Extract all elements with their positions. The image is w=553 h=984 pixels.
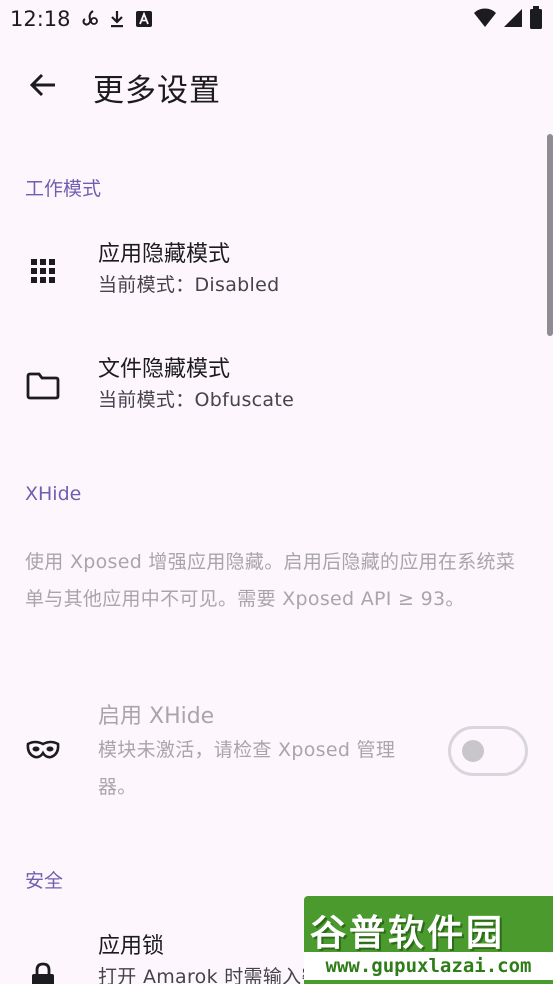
section-header-security: 安全 bbox=[25, 870, 64, 892]
font-a-icon bbox=[135, 10, 153, 28]
pref-summary: 模块未激活，请检查 Xposed 管理器。 bbox=[98, 739, 396, 798]
apps-grid-icon bbox=[26, 254, 60, 288]
folder-icon bbox=[26, 369, 60, 403]
back-button[interactable] bbox=[15, 59, 71, 115]
pref-summary: 当前模式：Obfuscate bbox=[98, 389, 295, 411]
pref-title: 启用 XHide bbox=[98, 704, 215, 729]
section-header-xhide: XHide bbox=[25, 483, 82, 505]
arrow-back-icon bbox=[29, 72, 57, 102]
status-time: 12:18 bbox=[10, 7, 71, 31]
app-bar: 更多设置 bbox=[0, 50, 553, 124]
notification-icons bbox=[81, 9, 153, 29]
pref-title: 文件隐藏模式 bbox=[98, 357, 231, 382]
xhide-toggle[interactable] bbox=[448, 726, 528, 776]
watermark-url: www.gupuxlazai.com bbox=[304, 952, 553, 980]
download-icon bbox=[108, 9, 126, 29]
xhide-description: 使用 Xposed 增强应用隐藏。启用后隐藏的应用在系统菜单与其他应用中不可见。… bbox=[25, 551, 516, 610]
pref-file-hide-mode[interactable]: 文件隐藏模式 当前模式：Obfuscate bbox=[0, 353, 553, 433]
system-icons bbox=[473, 6, 543, 30]
toggle-knob bbox=[462, 740, 484, 762]
mask-icon bbox=[26, 733, 60, 767]
watermark-logo: 谷普软件园 www.gupuxlazai.com bbox=[304, 896, 553, 984]
wifi-icon bbox=[473, 7, 497, 29]
battery-icon bbox=[529, 6, 543, 30]
watermark-title: 谷普软件园 bbox=[310, 913, 506, 954]
hook-icon bbox=[81, 9, 99, 29]
section-header-mode: 工作模式 bbox=[25, 178, 102, 200]
pref-summary: 当前模式：Disabled bbox=[98, 274, 280, 296]
signal-icon bbox=[503, 7, 523, 29]
pref-title: 应用隐藏模式 bbox=[98, 242, 231, 267]
status-bar: 12:18 bbox=[0, 0, 553, 38]
lock-icon bbox=[26, 960, 60, 984]
page-title: 更多设置 bbox=[93, 72, 221, 109]
pref-app-hide-mode[interactable]: 应用隐藏模式 当前模式：Disabled bbox=[0, 238, 553, 318]
